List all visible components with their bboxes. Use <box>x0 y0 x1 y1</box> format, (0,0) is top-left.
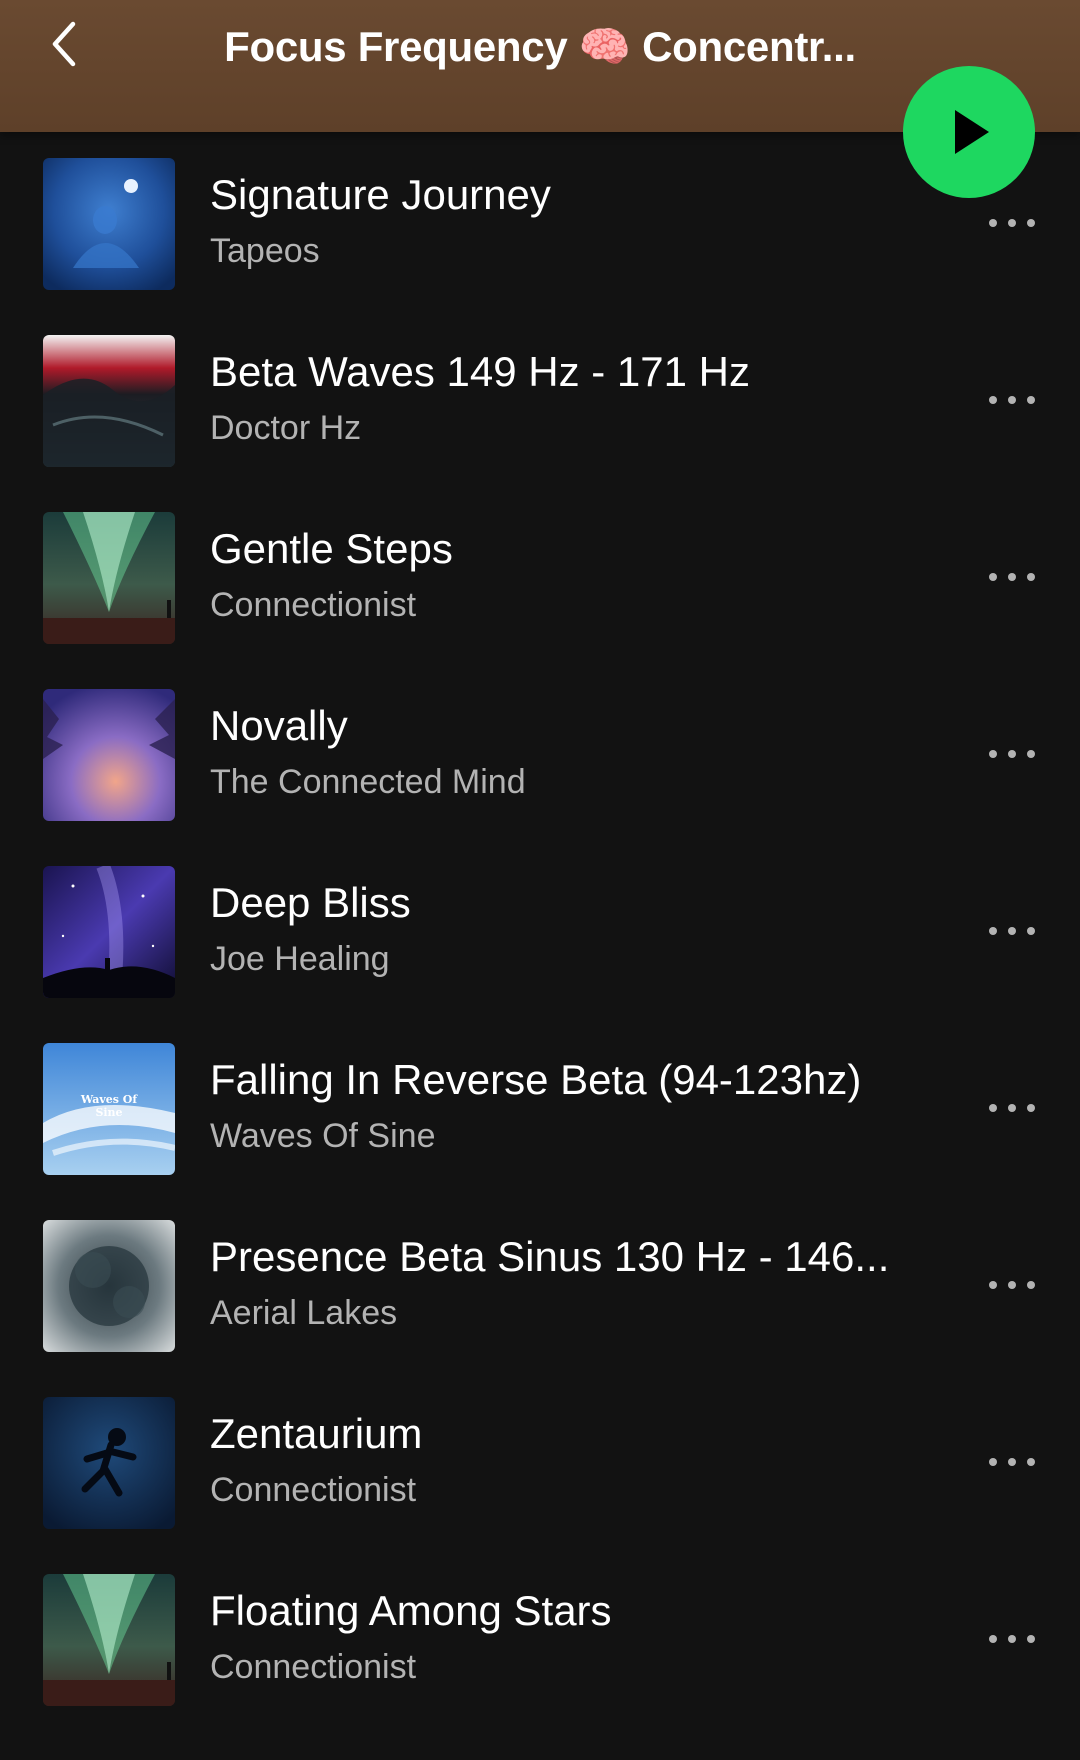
more-horizontal-icon <box>989 1635 1035 1643</box>
more-horizontal-icon <box>989 1458 1035 1466</box>
track-artist: Connectionist <box>210 586 417 624</box>
track-artist: Connectionist <box>210 1471 417 1509</box>
album-cover <box>43 335 175 467</box>
track-title: Gentle Steps <box>210 525 453 572</box>
more-horizontal-icon <box>989 1281 1035 1289</box>
more-horizontal-icon <box>989 573 1035 581</box>
album-cover <box>43 158 175 290</box>
track-title: Deep Bliss <box>210 879 411 926</box>
track-artist: Tapeos <box>210 232 320 270</box>
track-title: Signature Journey <box>210 171 551 218</box>
track-artist: Waves Of Sine <box>210 1117 436 1155</box>
more-options-button[interactable] <box>980 916 1044 946</box>
track-title: Zentaurium <box>210 1410 423 1457</box>
album-cover-text: Waves Of Sine <box>80 1093 138 1119</box>
more-options-button[interactable] <box>980 1447 1044 1477</box>
track-title: Beta Waves 149 Hz - 171 Hz <box>210 348 751 395</box>
album-cover <box>43 689 175 821</box>
track-title: Floating Among Stars <box>210 1587 612 1634</box>
more-horizontal-icon <box>989 219 1035 227</box>
more-options-button[interactable] <box>980 1270 1044 1300</box>
track-row[interactable]: Gentle Steps Connectionist <box>0 486 1080 663</box>
play-icon <box>955 110 989 154</box>
album-cover <box>43 1574 175 1706</box>
album-cover <box>43 866 175 998</box>
track-artist: Doctor Hz <box>210 409 362 447</box>
track-artist: Connectionist <box>210 1648 417 1686</box>
album-cover <box>43 1220 175 1352</box>
more-horizontal-icon <box>989 927 1035 935</box>
more-options-button[interactable] <box>980 739 1044 769</box>
track-title: Falling In Reverse Beta (94-123hz) <box>210 1056 862 1103</box>
more-horizontal-icon <box>989 1104 1035 1112</box>
track-artist: Joe Healing <box>210 940 390 978</box>
track-row[interactable]: Deep Bliss Joe Healing <box>0 840 1080 1017</box>
chevron-left-icon[interactable] <box>40 18 88 70</box>
album-cover <box>43 512 175 644</box>
more-options-button[interactable] <box>980 385 1044 415</box>
more-options-button[interactable] <box>980 562 1044 592</box>
track-list: Signature Journey Tapeos Beta Waves 149 … <box>0 132 1080 1760</box>
playlist-title: Focus Frequency 🧠 Concentr... <box>224 23 856 70</box>
track-row[interactable]: Zentaurium Connectionist <box>0 1371 1080 1548</box>
more-options-button[interactable] <box>980 1624 1044 1654</box>
track-row[interactable]: Beta Waves 149 Hz - 171 Hz Doctor Hz <box>0 309 1080 486</box>
more-horizontal-icon <box>989 750 1035 758</box>
track-artist: Aerial Lakes <box>210 1294 398 1332</box>
more-options-button[interactable] <box>980 208 1044 238</box>
album-cover <box>43 1397 175 1529</box>
track-title: Novally <box>210 702 348 749</box>
track-row[interactable]: Waves Of Sine Falling In Reverse Beta (9… <box>0 1017 1080 1194</box>
track-row[interactable]: Floating Among Stars Connectionist <box>0 1548 1080 1725</box>
track-row[interactable]: Presence Beta Sinus 130 Hz - 146... Aeri… <box>0 1194 1080 1371</box>
track-title: Presence Beta Sinus 130 Hz - 146... <box>210 1233 890 1280</box>
play-button[interactable] <box>903 66 1035 198</box>
album-cover: Waves Of Sine <box>43 1043 175 1175</box>
track-row[interactable]: Novally The Connected Mind <box>0 663 1080 840</box>
more-options-button[interactable] <box>980 1093 1044 1123</box>
more-horizontal-icon <box>989 396 1035 404</box>
track-artist: The Connected Mind <box>210 763 526 801</box>
